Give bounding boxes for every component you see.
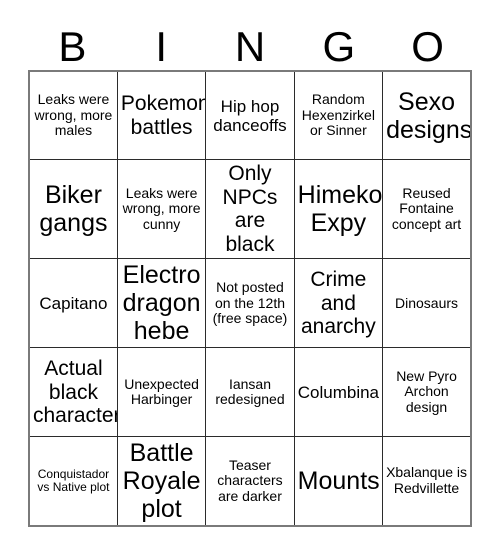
bingo-cell[interactable]: Mounts	[293, 436, 384, 527]
bingo-cell[interactable]: New Pyro Archon design	[382, 347, 472, 438]
bingo-row: Leaks were wrong, more males Pokemon bat…	[28, 70, 472, 161]
bingo-cell[interactable]: Himeko Expy	[293, 159, 384, 260]
bingo-row: Biker gangs Leaks were wrong, more cunny…	[28, 159, 472, 260]
bingo-header-row: B I N G O	[28, 14, 472, 70]
bingo-cell[interactable]: Iansan redesigned	[205, 347, 295, 438]
bingo-header-letter-i: I	[155, 23, 168, 70]
bingo-cell[interactable]: Hip hop danceoffs	[205, 70, 295, 161]
bingo-grid: Leaks were wrong, more males Pokemon bat…	[28, 70, 472, 528]
bingo-cell[interactable]: Conquistador vs Native plot	[28, 436, 118, 527]
bingo-row: Actual black character Unexpected Harbin…	[28, 347, 472, 438]
bingo-header-letter-o: O	[411, 23, 444, 70]
bingo-cell[interactable]: Random Hexenzirkel or Sinner	[293, 70, 384, 161]
bingo-cell-free-space[interactable]: Not posted on the 12th (free space)	[205, 258, 295, 349]
bingo-cell[interactable]: Capitano	[28, 258, 118, 349]
bingo-cell[interactable]: Battle Royale plot	[116, 436, 207, 527]
bingo-header-letter-b: B	[58, 23, 87, 70]
bingo-cell[interactable]: Unexpected Harbinger	[116, 347, 207, 438]
bingo-card: B I N G O Leaks were wrong, more males P…	[28, 14, 472, 528]
bingo-cell[interactable]: Biker gangs	[28, 159, 118, 260]
bingo-cell[interactable]: Teaser characters are darker	[205, 436, 295, 527]
bingo-cell[interactable]: Columbina	[293, 347, 384, 438]
bingo-cell[interactable]: Reused Fontaine concept art	[382, 159, 472, 260]
bingo-cell[interactable]: Sexo designs	[382, 70, 472, 161]
bingo-cell[interactable]: Xbalanque is Redvillette	[382, 436, 472, 527]
bingo-cell[interactable]: Pokemon battles	[116, 70, 207, 161]
bingo-cell[interactable]: Only NPCs are black	[205, 159, 295, 260]
bingo-cell[interactable]: Leaks were wrong, more males	[28, 70, 118, 161]
bingo-header-letter-g: G	[322, 23, 356, 70]
bingo-header-letter-n: N	[234, 23, 266, 70]
bingo-cell[interactable]: Actual black character	[28, 347, 118, 438]
bingo-cell[interactable]: Crime and anarchy	[293, 258, 384, 349]
bingo-cell[interactable]: Dinosaurs	[382, 258, 472, 349]
bingo-cell[interactable]: Electro dragon hebe	[116, 258, 207, 349]
bingo-row: Capitano Electro dragon hebe Not posted …	[28, 258, 472, 349]
bingo-row: Conquistador vs Native plot Battle Royal…	[28, 436, 472, 527]
bingo-cell[interactable]: Leaks were wrong, more cunny	[116, 159, 207, 260]
